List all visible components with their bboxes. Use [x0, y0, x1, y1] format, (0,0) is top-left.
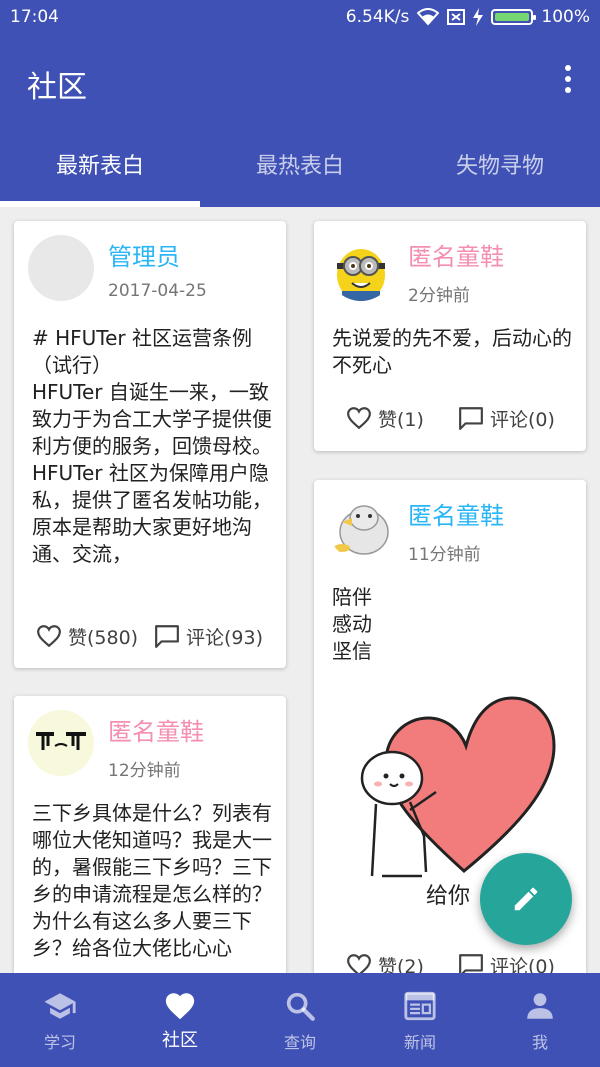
new-post-button[interactable]	[480, 853, 572, 945]
heart-icon	[165, 993, 195, 1020]
image-caption: 给你	[426, 884, 471, 909]
post-author[interactable]: 匿名童鞋	[408, 237, 504, 272]
net-speed: 6.54K/s	[345, 7, 410, 27]
comment-icon	[155, 625, 179, 648]
more-menu-icon[interactable]	[564, 65, 572, 95]
person-icon	[527, 993, 553, 1019]
like-button[interactable]: 赞(1)	[346, 398, 424, 438]
comment-count: 评论(93)	[186, 626, 264, 649]
post-text: 陪伴 感动 坚信	[332, 585, 372, 663]
heart-outline-icon	[347, 954, 371, 973]
charging-icon	[473, 8, 484, 26]
status-icons: 6.54K/s 100%	[346, 7, 590, 27]
comment-button[interactable]: 评论(0)	[458, 398, 555, 438]
status-bar: 17:04 6.54K/s 100%	[0, 0, 600, 34]
nav-label: 我	[531, 1033, 548, 1052]
post-card[interactable]: 匿名童鞋 2分钟前 先说爱的先不爱，后动心的不死心 赞(1) 评论(0)	[314, 221, 586, 451]
page-title: 社区	[27, 70, 87, 105]
comment-count: 评论(0)	[490, 408, 555, 431]
crying-face-avatar	[28, 710, 94, 776]
like-count: 赞(2)	[378, 955, 424, 974]
search-icon	[286, 992, 315, 1021]
battery-icon	[491, 9, 537, 25]
pencil-icon	[514, 887, 538, 911]
like-count: 赞(580)	[68, 626, 139, 649]
comment-count: 评论(0)	[490, 955, 555, 974]
nav-item-query[interactable]: 查询	[240, 973, 360, 1067]
comment-button[interactable]: 评论(93)	[154, 616, 263, 656]
nav-label: 查询	[283, 1033, 316, 1052]
sim-icon	[447, 9, 466, 25]
tab-hot-confessions[interactable]: 最热表白	[200, 130, 400, 204]
nav-item-news[interactable]: 新闻	[360, 973, 480, 1067]
news-icon	[404, 991, 436, 1021]
post-time: 2017-04-25	[108, 281, 207, 301]
post-author[interactable]: 匿名童鞋	[408, 496, 504, 531]
post-actions: 赞(2) 评论(0)	[314, 945, 586, 973]
like-button[interactable]: 赞(2)	[346, 945, 424, 973]
like-count: 赞(1)	[378, 408, 424, 431]
post-time: 11分钟前	[408, 545, 481, 565]
battery-level: 100%	[541, 7, 590, 27]
heart-outline-icon	[37, 625, 61, 648]
post-text: 先说爱的先不爱，后动心的不死心	[332, 326, 572, 377]
post-author[interactable]: 匿名童鞋	[108, 712, 204, 747]
comment-button[interactable]: 评论(0)	[458, 945, 555, 973]
tab-bar: 最新表白 最热表白 失物寻物	[0, 130, 600, 207]
avatar[interactable]	[28, 235, 94, 301]
minion-avatar	[328, 235, 394, 301]
wifi-icon	[417, 8, 440, 26]
post-time: 12分钟前	[108, 761, 181, 781]
avatar[interactable]	[328, 494, 394, 560]
bottom-nav: 学习 社区 查询 新闻 我	[0, 973, 600, 1067]
post-actions: 赞(1) 评论(0)	[314, 398, 586, 438]
comment-icon	[459, 954, 483, 973]
avatar[interactable]	[28, 710, 94, 776]
tab-latest-confessions[interactable]: 最新表白	[0, 130, 200, 204]
post-card[interactable]: 管理员 2017-04-25 # HFUTer 社区运营条例（试行） HFUTe…	[14, 221, 286, 668]
post-author[interactable]: 管理员	[108, 237, 180, 272]
post-text: 三下乡具体是什么？列表有哪位大佬知道吗？我是大一的，暑假能三下乡吗？三下乡的申请…	[32, 801, 272, 960]
post-text: # HFUTer 社区运营条例（试行） HFUTer 自诞生一来，一致致力于为合…	[32, 326, 272, 566]
nav-label: 社区	[162, 1030, 198, 1051]
duck-avatar	[328, 494, 394, 560]
heart-outline-icon	[347, 407, 371, 430]
nav-item-me[interactable]: 我	[480, 973, 600, 1067]
nav-label: 学习	[43, 1033, 76, 1052]
tab-lost-and-found[interactable]: 失物寻物	[400, 130, 600, 204]
avatar[interactable]	[328, 235, 394, 301]
app-bar: 社区	[0, 34, 600, 130]
school-icon	[44, 993, 76, 1019]
status-time: 17:04	[10, 7, 59, 27]
post-actions: 赞(580) 评论(93)	[14, 616, 286, 656]
nav-item-community[interactable]: 社区	[120, 973, 240, 1067]
nav-label: 新闻	[403, 1033, 436, 1052]
comment-icon	[459, 407, 483, 430]
post-card[interactable]: 匿名童鞋 12分钟前 三下乡具体是什么？列表有哪位大佬知道吗？我是大一的，暑假能…	[14, 696, 286, 973]
post-time: 2分钟前	[408, 286, 470, 306]
nav-item-study[interactable]: 学习	[0, 973, 120, 1067]
like-button[interactable]: 赞(580)	[36, 616, 138, 656]
